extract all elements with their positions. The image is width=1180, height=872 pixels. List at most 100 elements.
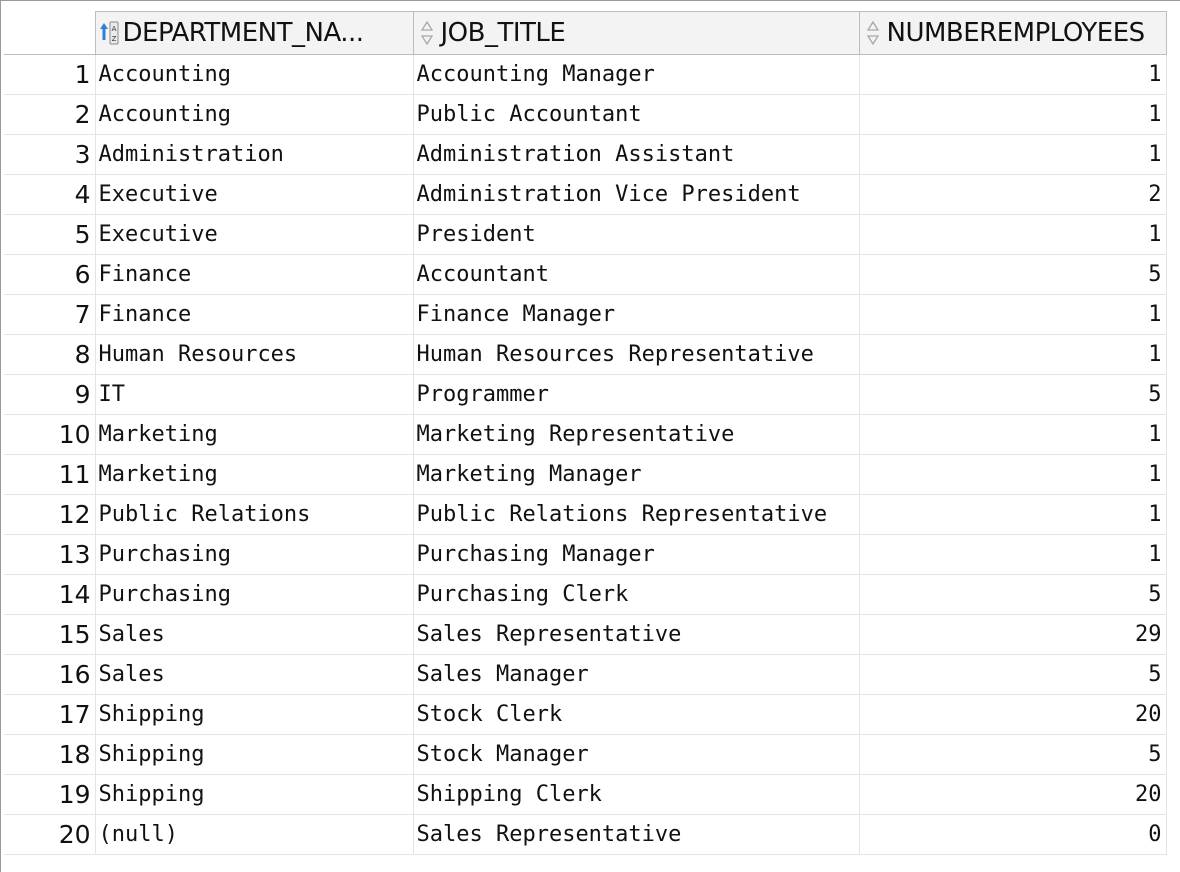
job-title-cell[interactable]: Marketing Representative [413,414,860,455]
department-name-cell[interactable]: Shipping [95,734,414,775]
number-employees-cell[interactable]: 1 [859,494,1167,535]
department-name-cell[interactable]: IT [95,374,414,415]
column-header-number-employees[interactable]: NUMBEREMPLOYEES [858,11,1167,55]
department-name-cell[interactable]: (null) [95,814,414,855]
job-title-cell[interactable]: President [413,214,860,255]
row-number-cell: 14 [4,574,96,615]
table-row[interactable]: 7 Finance Finance Manager 1 [4,294,1167,335]
column-header-label: NUMBEREMPLOYEES [886,18,1146,48]
job-title-cell[interactable]: Purchasing Clerk [413,574,860,615]
row-number-cell: 5 [4,214,96,255]
table-row[interactable]: 14 Purchasing Purchasing Clerk 5 [4,574,1167,615]
number-employees-cell[interactable]: 1 [859,214,1167,255]
table-row[interactable]: 5 Executive President 1 [4,214,1167,255]
table-row[interactable]: 2 Accounting Public Accountant 1 [4,94,1167,135]
sort-ascending-icon[interactable]: A Z [99,20,119,46]
job-title-cell[interactable]: Stock Clerk [413,694,860,735]
table-row[interactable]: 12 Public Relations Public Relations Repre… [4,494,1167,535]
department-name-cell[interactable]: Executive [95,214,414,255]
department-name-cell[interactable]: Finance [95,254,414,295]
table-row[interactable]: 18 Shipping Stock Manager 5 [4,734,1167,775]
number-employees-cell[interactable]: 1 [859,534,1167,575]
department-name-cell[interactable]: Finance [95,294,414,335]
department-name-cell[interactable]: Human Resources [95,334,414,375]
job-title-cell[interactable]: Sales Representative [413,814,860,855]
row-number-cell: 12 [4,494,96,535]
row-number-cell: 1 [4,54,96,95]
job-title-cell[interactable]: Shipping Clerk [413,774,860,815]
svg-text:A: A [111,25,116,33]
table-row[interactable]: 17 Shipping Stock Clerk 20 [4,694,1167,735]
column-header-department-name[interactable]: A Z DEPARTMENT_NA... [94,11,414,55]
department-name-cell[interactable]: Accounting [95,54,414,95]
table-row[interactable]: 8 Human Resources Human Resources Represen… [4,334,1167,375]
number-employees-cell[interactable]: 5 [859,374,1167,415]
department-name-cell[interactable]: Administration [95,134,414,175]
number-employees-cell[interactable]: 1 [859,454,1167,495]
job-title-cell[interactable]: Administration Vice President [413,174,860,215]
department-name-cell[interactable]: Accounting [95,94,414,135]
column-header-job-title[interactable]: JOB_TITLE [412,11,860,55]
job-title-cell[interactable]: Marketing Manager [413,454,860,495]
job-title-cell[interactable]: Human Resources Representative [413,334,860,375]
number-employees-cell[interactable]: 2 [859,174,1167,215]
job-title-cell[interactable]: Administration Assistant [413,134,860,175]
number-employees-cell[interactable]: 5 [859,254,1167,295]
results-table: A Z DEPARTMENT_NA... JOB_TITLE NUMBEREMP… [4,11,1167,855]
table-row[interactable]: 3 Administration Administration Assistant 1 [4,134,1167,175]
number-employees-cell[interactable]: 1 [859,414,1167,455]
number-employees-cell[interactable]: 5 [859,734,1167,775]
job-title-cell[interactable]: Public Relations Representative [413,494,860,535]
job-title-cell[interactable]: Purchasing Manager [413,534,860,575]
number-employees-cell[interactable]: 20 [859,774,1167,815]
department-name-cell[interactable]: Sales [95,654,414,695]
job-title-cell[interactable]: Finance Manager [413,294,860,335]
department-name-cell[interactable]: Executive [95,174,414,215]
table-row[interactable]: 20 (null) Sales Representative 0 [4,814,1167,855]
table-row[interactable]: 11 Marketing Marketing Manager 1 [4,454,1167,495]
number-employees-cell[interactable]: 0 [859,814,1167,855]
department-name-cell[interactable]: Sales [95,614,414,655]
job-title-cell[interactable]: Programmer [413,374,860,415]
department-name-cell[interactable]: Purchasing [95,574,414,615]
department-name-cell[interactable]: Public Relations [95,494,414,535]
row-number-cell: 9 [4,374,96,415]
job-title-cell[interactable]: Sales Representative [413,614,860,655]
svg-text:Z: Z [111,35,116,43]
number-employees-cell[interactable]: 29 [859,614,1167,655]
department-name-cell[interactable]: Purchasing [95,534,414,575]
table-row[interactable]: 6 Finance Accountant 5 [4,254,1167,295]
department-name-cell[interactable]: Shipping [95,694,414,735]
table-row[interactable]: 13 Purchasing Purchasing Manager 1 [4,534,1167,575]
job-title-cell[interactable]: Sales Manager [413,654,860,695]
job-title-cell[interactable]: Accountant [413,254,860,295]
number-employees-cell[interactable]: 1 [859,294,1167,335]
number-employees-cell[interactable]: 1 [859,94,1167,135]
table-row[interactable]: 1 Accounting Accounting Manager 1 [4,54,1167,95]
row-number-cell: 11 [4,454,96,495]
department-name-cell[interactable]: Marketing [95,414,414,455]
number-employees-cell[interactable]: 20 [859,694,1167,735]
row-number-cell: 15 [4,614,96,655]
department-name-cell[interactable]: Marketing [95,454,414,495]
job-title-cell[interactable]: Accounting Manager [413,54,860,95]
table-row[interactable]: 15 Sales Sales Representative 29 [4,614,1167,655]
number-employees-cell[interactable]: 5 [859,654,1167,695]
job-title-cell[interactable]: Public Accountant [413,94,860,135]
sort-neutral-icon[interactable] [863,20,883,46]
department-name-cell[interactable]: Shipping [95,774,414,815]
number-employees-cell[interactable]: 5 [859,574,1167,615]
number-employees-cell[interactable]: 1 [859,54,1167,95]
table-row[interactable]: 16 Sales Sales Manager 5 [4,654,1167,695]
column-header-label: JOB_TITLE [440,18,566,48]
row-number-cell: 3 [4,134,96,175]
table-row[interactable]: 4 Executive Administration Vice President 2 [4,174,1167,215]
table-row[interactable]: 19 Shipping Shipping Clerk 20 [4,774,1167,815]
sort-neutral-icon[interactable] [417,20,437,46]
table-row[interactable]: 10 Marketing Marketing Representative 1 [4,414,1167,455]
number-employees-cell[interactable]: 1 [859,334,1167,375]
number-employees-cell[interactable]: 1 [859,134,1167,175]
table-row[interactable]: 9 IT Programmer 5 [4,374,1167,415]
row-number-cell: 6 [4,254,96,295]
job-title-cell[interactable]: Stock Manager [413,734,860,775]
